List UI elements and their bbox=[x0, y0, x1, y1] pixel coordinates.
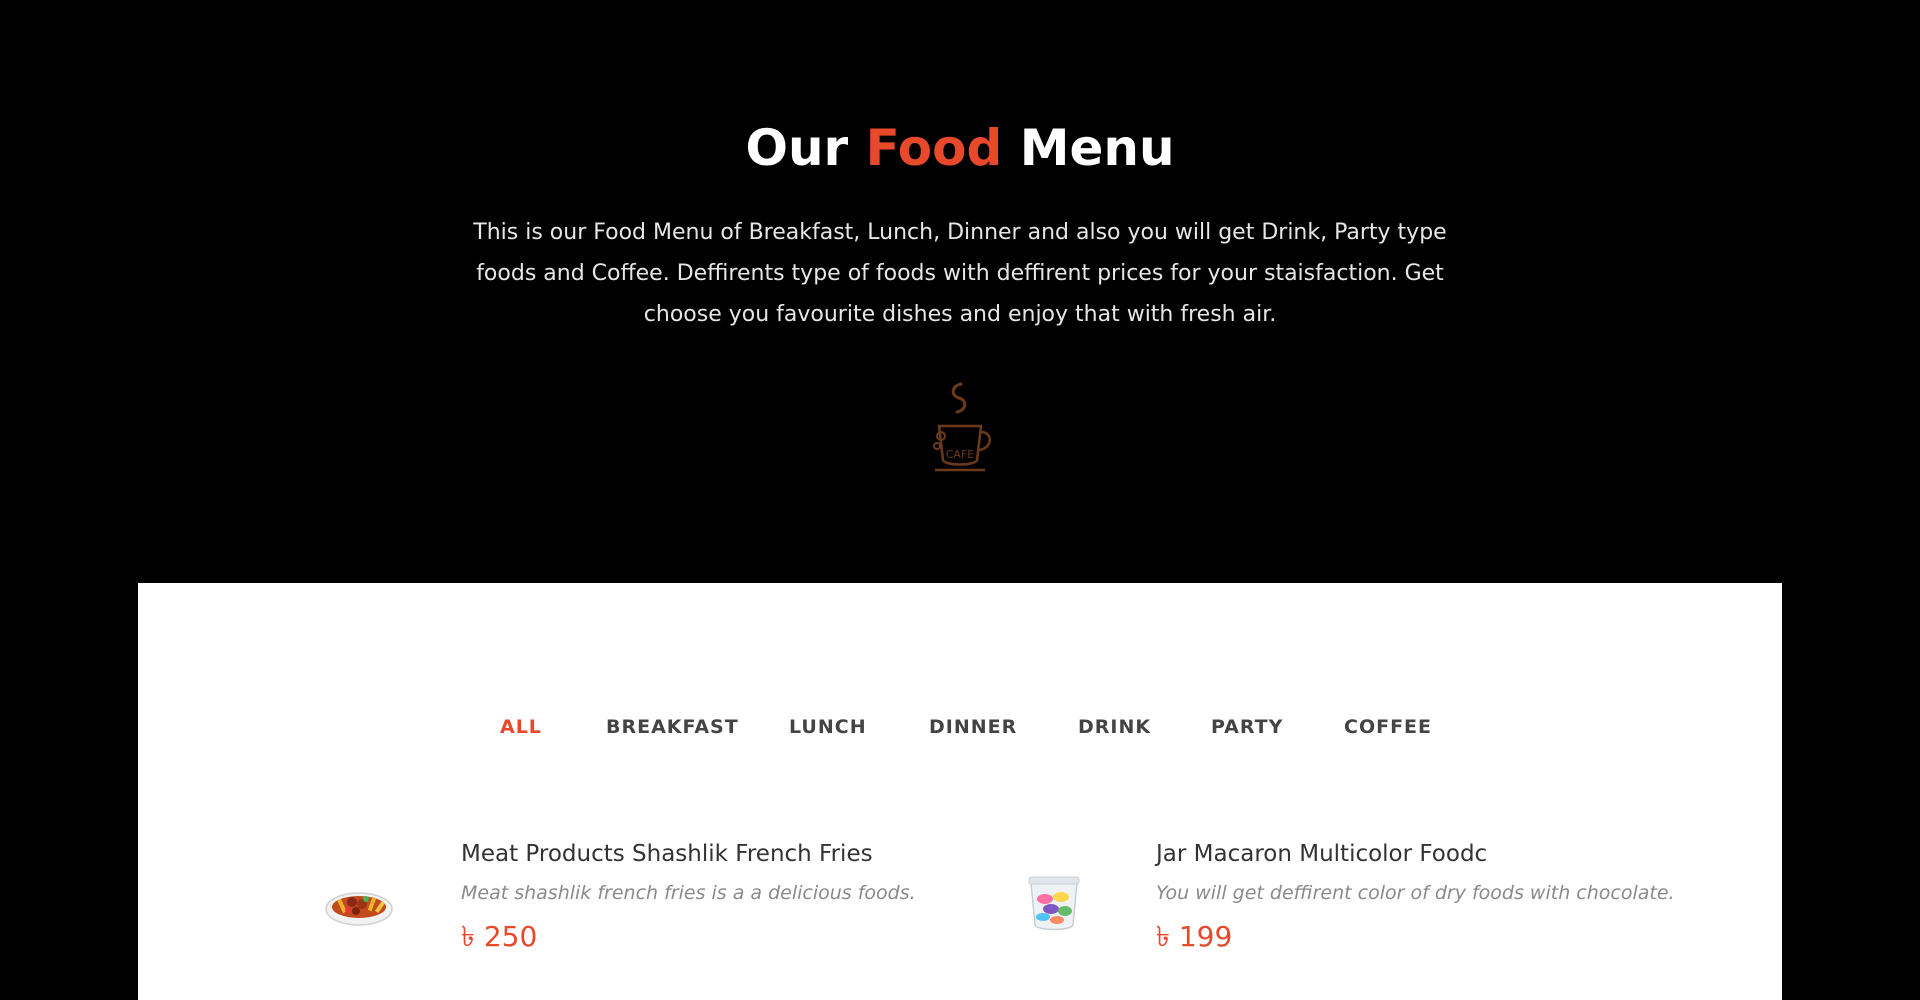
menu-item-description: Meat shashlik french fries is a a delici… bbox=[461, 882, 916, 904]
title-part-menu: Menu bbox=[1019, 119, 1175, 177]
menu-item-shashlik[interactable]: Meat Products Shashlik French Fries Meat… bbox=[322, 841, 962, 961]
tab-all[interactable]: ALL bbox=[500, 716, 542, 738]
shashlik-fries-plate-icon bbox=[325, 892, 393, 926]
menu-item-macaron[interactable]: Jar Macaron Multicolor Foodc You will ge… bbox=[1017, 841, 1675, 961]
tab-lunch[interactable]: LUNCH bbox=[789, 716, 867, 738]
title-accent-food: Food bbox=[865, 119, 1003, 177]
title-part-our: Our bbox=[745, 119, 849, 177]
intro-paragraph: This is our Food Menu of Breakfast, Lunc… bbox=[473, 220, 1447, 327]
macaron-jar-icon bbox=[1028, 876, 1080, 931]
cafe-cup-icon: CAFE bbox=[933, 382, 991, 472]
hero-section: Our Food Menu This is our Food Menu of B… bbox=[0, 0, 1920, 583]
menu-item-description: You will get deffirent color of dry food… bbox=[1156, 882, 1675, 904]
tab-breakfast[interactable]: BREAKFAST bbox=[606, 716, 739, 738]
menu-filter-tabs: ALL BREAKFAST LUNCH DINNER DRINK PARTY C… bbox=[138, 716, 1782, 748]
page-title: Our Food Menu bbox=[0, 112, 1920, 184]
menu-item-title[interactable]: Jar Macaron Multicolor Foodc bbox=[1156, 841, 1487, 867]
menu-item-price: ৳ 250 bbox=[461, 920, 538, 953]
menu-item-price: ৳ 199 bbox=[1156, 920, 1233, 953]
tab-coffee[interactable]: COFFEE bbox=[1344, 716, 1432, 738]
menu-item-title[interactable]: Meat Products Shashlik French Fries bbox=[461, 841, 873, 867]
cafe-logo-text: CAFE bbox=[946, 448, 975, 461]
tab-party[interactable]: PARTY bbox=[1211, 716, 1283, 738]
menu-panel: ALL BREAKFAST LUNCH DINNER DRINK PARTY C… bbox=[138, 583, 1782, 1000]
tab-drink[interactable]: DRINK bbox=[1078, 716, 1151, 738]
tab-dinner[interactable]: DINNER bbox=[929, 716, 1017, 738]
